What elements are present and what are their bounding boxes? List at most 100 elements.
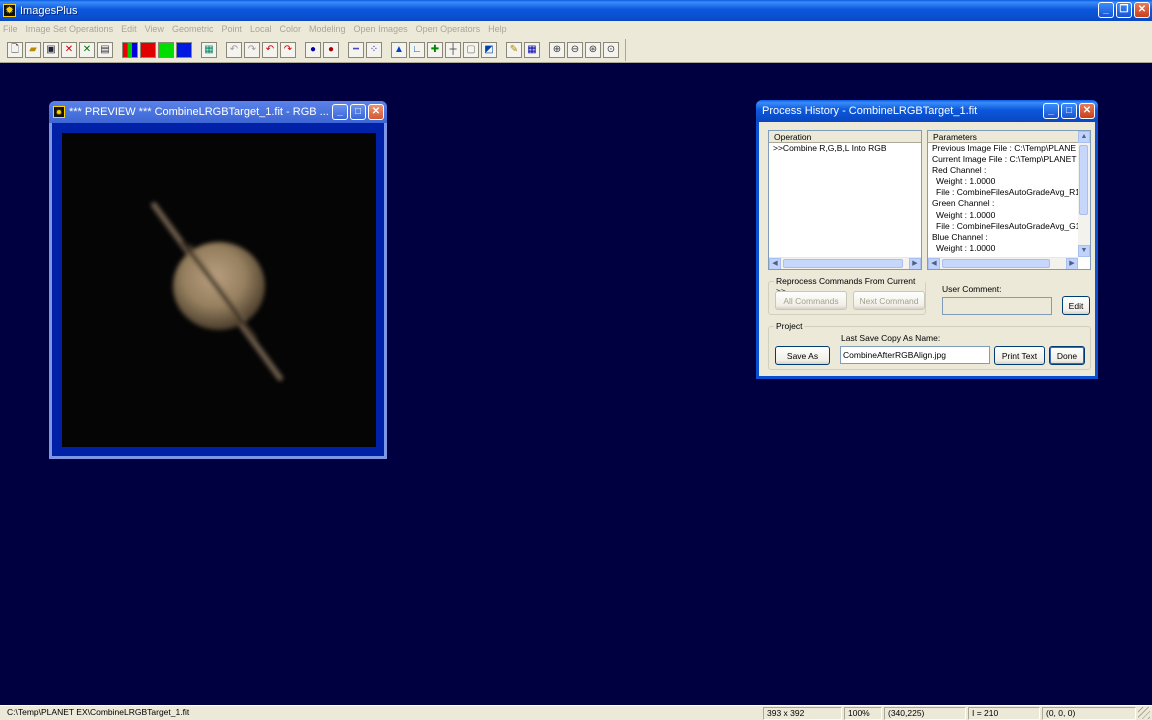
- scroll-right-icon[interactable]: ▶: [1066, 258, 1078, 269]
- menu-help[interactable]: Help: [488, 24, 507, 34]
- menu-view[interactable]: View: [145, 24, 164, 34]
- project-group: Project Save As Last Save Copy As Name: …: [768, 321, 1091, 370]
- status-intensity: I = 210: [968, 707, 1040, 720]
- done-button[interactable]: Done: [1049, 346, 1085, 365]
- rgb-channels-icon[interactable]: [122, 41, 138, 58]
- print-text-button[interactable]: Print Text: [994, 346, 1045, 365]
- app-titlebar: ✹ ImagesPlus _ ❐ ✕: [0, 0, 1152, 21]
- parameters-hscrollbar[interactable]: ◀ ▶: [928, 257, 1078, 269]
- parameters-header: Parameters: [928, 131, 1078, 143]
- green-channel-icon[interactable]: [158, 41, 174, 58]
- print-icon[interactable]: ▤: [97, 41, 113, 58]
- menu-modeling[interactable]: Modeling: [309, 24, 346, 34]
- status-rgb: (0, 0, 0): [1042, 707, 1136, 720]
- red-channel-icon[interactable]: [140, 41, 156, 58]
- angle-icon[interactable]: ∟: [409, 41, 425, 58]
- preview-titlebar[interactable]: ✹ *** PREVIEW *** CombineLRGBTarget_1.fi…: [49, 101, 387, 123]
- parameter-line: Weight : 1.0000: [936, 242, 996, 253]
- last-save-label: Last Save Copy As Name:: [841, 333, 941, 343]
- user-comment-input[interactable]: [942, 297, 1052, 315]
- zoom-in-icon[interactable]: ⊕: [549, 41, 565, 58]
- parameters-list[interactable]: Parameters Previous Image File : C:\Temp…: [927, 130, 1091, 270]
- crosshair-plus-icon[interactable]: ✚: [427, 41, 443, 58]
- grid-icon[interactable]: ▢: [463, 41, 479, 58]
- app-logo-icon: ✹: [3, 4, 16, 17]
- operation-list[interactable]: Operation >>Combine R,G,B,L Into RGB ◀ ▶: [768, 130, 922, 270]
- parameters-vscrollbar[interactable]: ▲ ▼: [1078, 131, 1090, 257]
- blue-channel-icon[interactable]: [176, 41, 192, 58]
- save-as-button[interactable]: Save As: [775, 346, 830, 365]
- status-zoom: 100%: [844, 707, 882, 720]
- close-all-icon[interactable]: ✕: [79, 41, 95, 58]
- pencil-icon[interactable]: ✎: [506, 41, 522, 58]
- project-label: Project: [774, 321, 805, 331]
- redo-icon[interactable]: ↷: [244, 41, 260, 58]
- saturn-image: [151, 202, 283, 381]
- planet-image[interactable]: [62, 133, 376, 447]
- menu-open-operators[interactable]: Open Operators: [416, 24, 481, 34]
- scroll-left-icon[interactable]: ◀: [928, 258, 940, 269]
- menu-open-images[interactable]: Open Images: [354, 24, 408, 34]
- open-folder-icon[interactable]: ▰: [25, 41, 41, 58]
- redo-all-icon[interactable]: ↷: [280, 41, 296, 58]
- operation-item[interactable]: >>Combine R,G,B,L Into RGB: [769, 143, 921, 154]
- scroll-right-icon[interactable]: ▶: [909, 258, 921, 269]
- table-icon[interactable]: ▦: [524, 41, 540, 58]
- parameters-lines: Previous Image File : C:\Temp\PLANE Curr…: [928, 143, 1080, 254]
- ellipse-select-icon[interactable]: ●: [323, 41, 339, 58]
- circle-select-icon[interactable]: ●: [305, 41, 321, 58]
- menu-geometric[interactable]: Geometric: [172, 24, 214, 34]
- crosshair-icon[interactable]: ┼: [445, 41, 461, 58]
- last-save-name-input[interactable]: CombineAfterRGBAlign.jpg: [840, 346, 990, 364]
- all-commands-button[interactable]: All Commands: [775, 291, 847, 310]
- maximize-icon[interactable]: □: [1061, 103, 1077, 119]
- process-history-window[interactable]: Process History - CombineLRGBTarget_1.fi…: [756, 100, 1098, 379]
- close-image-icon[interactable]: ✕: [61, 41, 77, 58]
- scroll-thumb[interactable]: [942, 259, 1050, 268]
- image-edit-icon[interactable]: ◩: [481, 41, 497, 58]
- zoom-fit-icon[interactable]: ⊛: [585, 41, 601, 58]
- restore-icon[interactable]: ❐: [1116, 2, 1132, 18]
- menu-local[interactable]: Local: [250, 24, 272, 34]
- menu-file[interactable]: File: [3, 24, 18, 34]
- close-icon[interactable]: ✕: [1079, 103, 1095, 119]
- undo-all-icon[interactable]: ↶: [262, 41, 278, 58]
- next-command-button[interactable]: Next Command: [853, 291, 925, 310]
- parameter-line: Green Channel :: [932, 198, 995, 209]
- star-points-icon[interactable]: ⁘: [366, 41, 382, 58]
- menu-point[interactable]: Point: [221, 24, 242, 34]
- minimize-icon[interactable]: _: [332, 104, 348, 120]
- parameter-line: Previous Image File : C:\Temp\PLANE: [932, 143, 1077, 153]
- scroll-down-icon[interactable]: ▼: [1078, 245, 1090, 257]
- menu-color[interactable]: Color: [280, 24, 302, 34]
- triangle-icon[interactable]: ▲: [391, 41, 407, 58]
- menu-image-set-operations[interactable]: Image Set Operations: [26, 24, 114, 34]
- scroll-up-icon[interactable]: ▲: [1078, 131, 1090, 143]
- zoom-out-icon[interactable]: ⊖: [567, 41, 583, 58]
- menu-edit[interactable]: Edit: [121, 24, 137, 34]
- minimize-icon[interactable]: _: [1043, 103, 1059, 119]
- zoom-actual-icon[interactable]: ⊙: [603, 41, 619, 58]
- save-icon[interactable]: ▣: [43, 41, 59, 58]
- new-file-icon[interactable]: 🗋: [7, 41, 23, 58]
- process-history-titlebar[interactable]: Process History - CombineLRGBTarget_1.fi…: [756, 100, 1098, 122]
- parameter-line: Red Channel :: [932, 165, 987, 176]
- status-file-path: C:\Temp\PLANET EX\CombineLRGBTarget_1.fi…: [7, 707, 190, 717]
- edit-comment-button[interactable]: Edit: [1062, 296, 1090, 315]
- close-icon[interactable]: ✕: [368, 104, 384, 120]
- scroll-left-icon[interactable]: ◀: [769, 258, 781, 269]
- scroll-thumb[interactable]: [783, 259, 903, 268]
- scroll-thumb[interactable]: [1079, 145, 1088, 215]
- toolbar-divider: [625, 38, 626, 61]
- minimize-icon[interactable]: _: [1098, 2, 1114, 18]
- undo-icon[interactable]: ↶: [226, 41, 242, 58]
- close-icon[interactable]: ✕: [1134, 2, 1150, 18]
- preview-window[interactable]: ✹ *** PREVIEW *** CombineLRGBTarget_1.fi…: [49, 101, 387, 459]
- preview-title: *** PREVIEW *** CombineLRGBTarget_1.fit …: [69, 106, 329, 118]
- operation-hscrollbar[interactable]: ◀ ▶: [769, 257, 921, 269]
- histogram-icon[interactable]: ▦: [201, 41, 217, 58]
- resize-grip-icon[interactable]: [1138, 707, 1150, 719]
- dotted-line-icon[interactable]: ┅: [348, 41, 364, 58]
- user-comment-label: User Comment:: [942, 284, 1002, 294]
- maximize-icon[interactable]: □: [350, 104, 366, 120]
